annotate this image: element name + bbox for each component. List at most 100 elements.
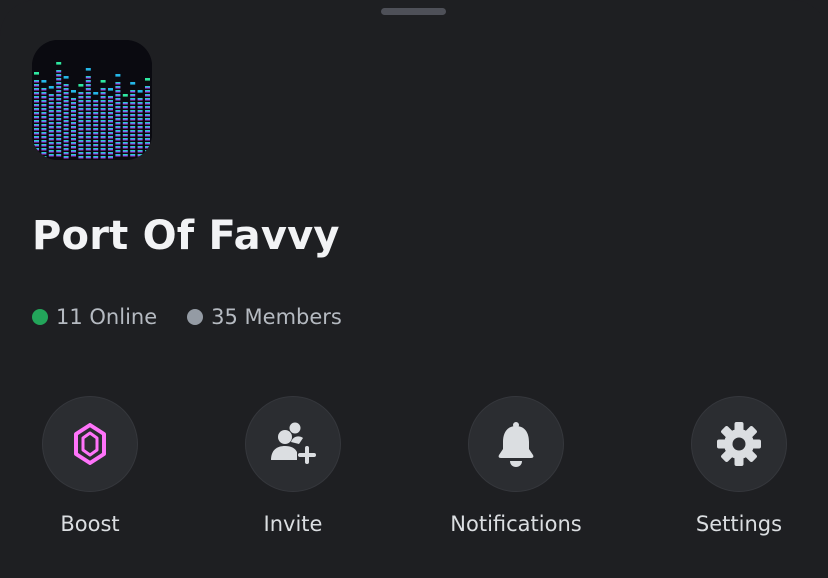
equalizer-segment [145,118,150,121]
notifications-button[interactable] [468,396,564,492]
equalizer-segment [100,140,106,143]
equalizer-segment [63,100,69,103]
equalizer-segment [63,120,69,123]
equalizer-segment [63,152,69,155]
equalizer-segment [63,132,69,135]
equalizer-segment [63,108,69,111]
invite-label: Invite [263,512,323,536]
equalizer-segment [115,126,121,129]
equalizer-segment [93,144,99,147]
add-user-icon [271,422,316,464]
equalizer-segment [34,92,39,95]
equalizer-segment [41,96,47,99]
equalizer-segment [145,154,150,157]
equalizer-segment [122,118,128,121]
drag-handle[interactable] [381,8,446,15]
equalizer-segment [48,130,54,133]
equalizer-segment [34,84,39,87]
equalizer-peak [71,90,76,93]
equalizer-segment [115,146,121,149]
equalizer-segment [100,88,106,91]
notifications-action[interactable]: Notifications [436,396,596,538]
equalizer-segment [34,112,39,115]
equalizer-segment [100,148,106,151]
equalizer-segment [122,138,128,141]
member-stats: 11 Online 35 Members [32,302,342,332]
equalizer-segment [108,100,113,103]
equalizer-segment [130,134,136,137]
equalizer-segment [137,138,143,141]
equalizer-segment [122,142,128,145]
equalizer-segment [108,152,113,155]
equalizer-segment [41,88,47,91]
equalizer-segment [122,134,128,137]
equalizer-segment [108,144,113,147]
equalizer-segment [108,140,113,143]
online-stat: 11 Online [32,305,157,329]
equalizer-segment [48,146,54,149]
equalizer-segment [71,126,76,129]
boost-button[interactable] [42,396,138,492]
equalizer-segment [71,118,76,121]
equalizer-segment [108,156,113,159]
equalizer-segment [41,108,47,111]
equalizer-segment [130,106,136,109]
equalizer-segment [137,154,143,157]
boost-action[interactable]: Boost [10,396,170,538]
equalizer-peak [56,62,62,65]
equalizer-segment [56,110,62,113]
equalizer-segment [108,136,113,139]
equalizer-segment [41,92,47,95]
equalizer-segment [85,108,91,111]
equalizer-segment [71,150,76,153]
equalizer-segment [56,114,62,117]
equalizer-segment [85,112,91,115]
settings-button[interactable] [691,396,787,492]
equalizer-segment [115,118,121,121]
invite-button[interactable] [245,396,341,492]
equalizer-segment [63,92,69,95]
equalizer-segment [56,70,62,73]
equalizer-segment [130,146,136,149]
equalizer-segment [41,136,47,139]
equalizer-segment [63,148,69,151]
equalizer-segment [71,138,76,141]
equalizer-segment [145,110,150,113]
equalizer-segment [56,94,62,97]
equalizer-segment [100,156,106,159]
member-status-dot [187,309,204,325]
equalizer-segment [78,120,84,123]
equalizer-segment [137,122,143,125]
bell-icon [498,422,534,467]
equalizer-segment [34,128,39,131]
equalizer-segment [48,114,54,117]
equalizer-segment [48,118,54,121]
equalizer-segment [93,100,99,103]
equalizer-segment [71,122,76,125]
equalizer-peak [93,92,99,95]
equalizer-segment [41,140,47,143]
equalizer-segment [41,132,47,135]
equalizer-peak [137,90,143,93]
equalizer-segment [56,122,62,125]
equalizer-segment [85,152,91,155]
equalizer-peak [130,82,136,85]
equalizer-segment [115,106,121,109]
equalizer-segment [122,130,128,133]
equalizer-segment [56,130,62,133]
equalizer-segment [100,96,106,99]
equalizer-segment [108,132,113,135]
equalizer-segment [48,138,54,141]
invite-action[interactable]: Invite [213,396,373,538]
equalizer-segment [100,100,106,103]
equalizer-segment [78,96,84,99]
settings-action[interactable]: Settings [659,396,819,538]
equalizer-segment [122,102,128,105]
equalizer-segment [34,100,39,103]
equalizer-segment [130,102,136,105]
equalizer-segment [130,154,136,157]
equalizer-peak [108,88,113,91]
equalizer-segment [108,104,113,107]
equalizer-segment [48,150,54,153]
equalizer-segment [41,116,47,119]
